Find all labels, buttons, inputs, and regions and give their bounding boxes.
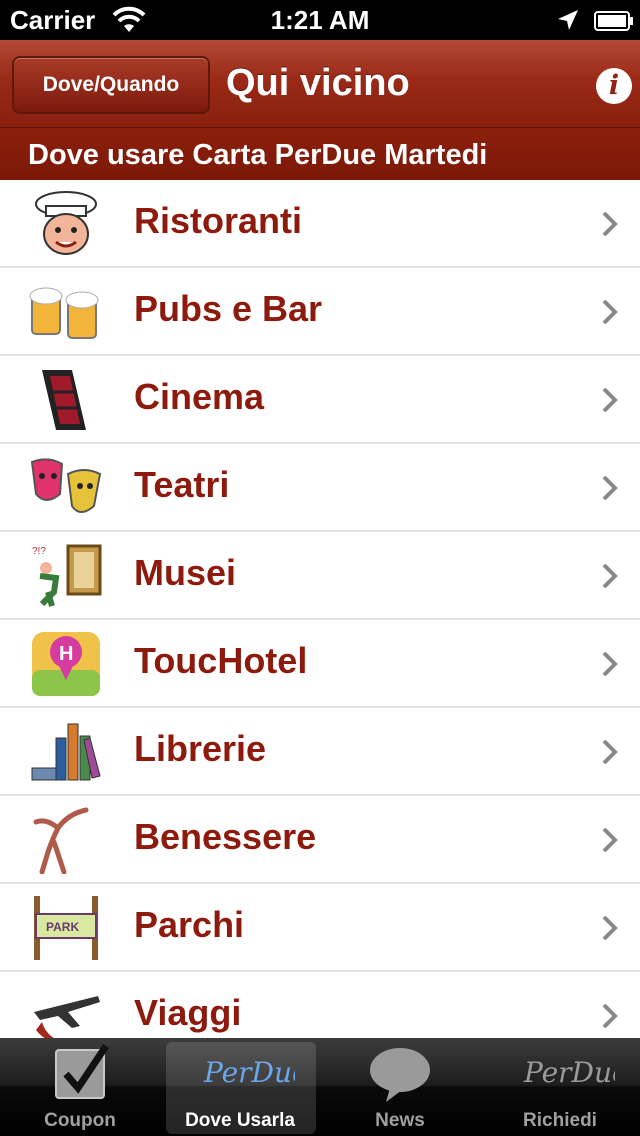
museum-painting-icon: ?!? [32, 544, 102, 607]
battery-icon [594, 11, 633, 31]
hotel-pin-icon: H [32, 632, 100, 696]
speech-bubble-icon [370, 1048, 430, 1102]
category-list: Ristoranti Pubs e Bar Cinema Teatri ?!? … [0, 180, 640, 1038]
airplane-icon [34, 996, 100, 1038]
chevron-right-icon [602, 211, 618, 237]
svg-text:PARK: PARK [46, 920, 79, 934]
clock: 1:21 AM [270, 5, 370, 35]
perdue-logo-icon: PerDue [203, 1056, 295, 1089]
tab-news[interactable]: News [320, 1038, 480, 1136]
status-bar: Carrier 1:21 AM [0, 0, 640, 40]
chevron-right-icon [602, 475, 618, 501]
dove-quando-button[interactable]: Dove/Quando [12, 56, 210, 114]
tab-bar: Coupon PerDue Dove Usarla News PerDue Ri… [0, 1038, 640, 1136]
section-header: Dove usare Carta PerDue Martedi [0, 128, 640, 180]
svg-text:PerDue: PerDue [203, 1056, 295, 1089]
books-icon [31, 723, 101, 781]
checkbox-icon [55, 1044, 109, 1099]
tab-coupon[interactable]: Coupon [0, 1038, 160, 1136]
list-item-label: Benessere [134, 816, 317, 857]
svg-text:?!?: ?!? [32, 546, 46, 557]
park-sign-icon: PARK [34, 896, 98, 960]
list-item-label: Parchi [134, 904, 245, 945]
tab-richiedi[interactable]: PerDue Richiedi [480, 1038, 640, 1136]
chevron-right-icon [602, 563, 618, 589]
chevron-right-icon [602, 299, 618, 325]
chevron-right-icon [602, 739, 618, 765]
tab-label: Dove Usarla [185, 1110, 295, 1131]
chevron-right-icon [602, 915, 618, 941]
list-item-label: Viaggi [134, 992, 242, 1033]
list-item-label: Pubs e Bar [134, 288, 323, 329]
list-item-label: ToucHotel [134, 640, 308, 681]
perdue-logo-icon: PerDue [523, 1056, 615, 1089]
svg-text:H: H [59, 643, 73, 665]
list-item-viaggi[interactable]: Viaggi [0, 972, 640, 1038]
film-reel-icon [42, 370, 86, 430]
tab-label: Richiedi [523, 1110, 597, 1131]
list-item-label: Cinema [134, 376, 265, 417]
beer-mugs-icon [29, 287, 99, 339]
list-item-librerie[interactable]: Librerie [0, 708, 640, 796]
list-item-benessere[interactable]: Benessere [0, 796, 640, 884]
chef-icon [35, 191, 97, 255]
chevron-right-icon [602, 387, 618, 413]
list-item-label: Musei [134, 552, 237, 593]
list-item-cinema[interactable]: Cinema [0, 356, 640, 444]
list-item-musei[interactable]: ?!? Musei [0, 532, 640, 620]
wellness-figure-icon [33, 807, 89, 874]
chevron-right-icon [602, 827, 618, 853]
svg-text:PerDue: PerDue [523, 1056, 615, 1089]
navigation-bar: Dove/Quando Qui vicino i [0, 40, 640, 128]
tab-dove-usarla[interactable]: PerDue Dove Usarla [160, 1038, 320, 1136]
list-item-label: Librerie [134, 728, 267, 769]
chevron-right-icon [602, 651, 618, 677]
tab-label: Coupon [44, 1110, 116, 1131]
chevron-right-icon [602, 1003, 618, 1029]
list-item-label: Ristoranti [134, 200, 303, 241]
list-item-pubs-e-bar[interactable]: Pubs e Bar [0, 268, 640, 356]
info-icon[interactable]: i [596, 68, 632, 104]
list-item-label: Teatri [134, 464, 230, 505]
location-arrow-icon [558, 10, 578, 30]
list-item-ristoranti[interactable]: Ristoranti [0, 180, 640, 268]
list-item-teatri[interactable]: Teatri [0, 444, 640, 532]
page-title: Qui vicino [226, 62, 410, 104]
tab-label: News [375, 1110, 425, 1131]
list-item-parchi[interactable]: PARK Parchi [0, 884, 640, 972]
list-item-touchotel[interactable]: H ToucHotel [0, 620, 640, 708]
theater-masks-icon [30, 458, 102, 513]
